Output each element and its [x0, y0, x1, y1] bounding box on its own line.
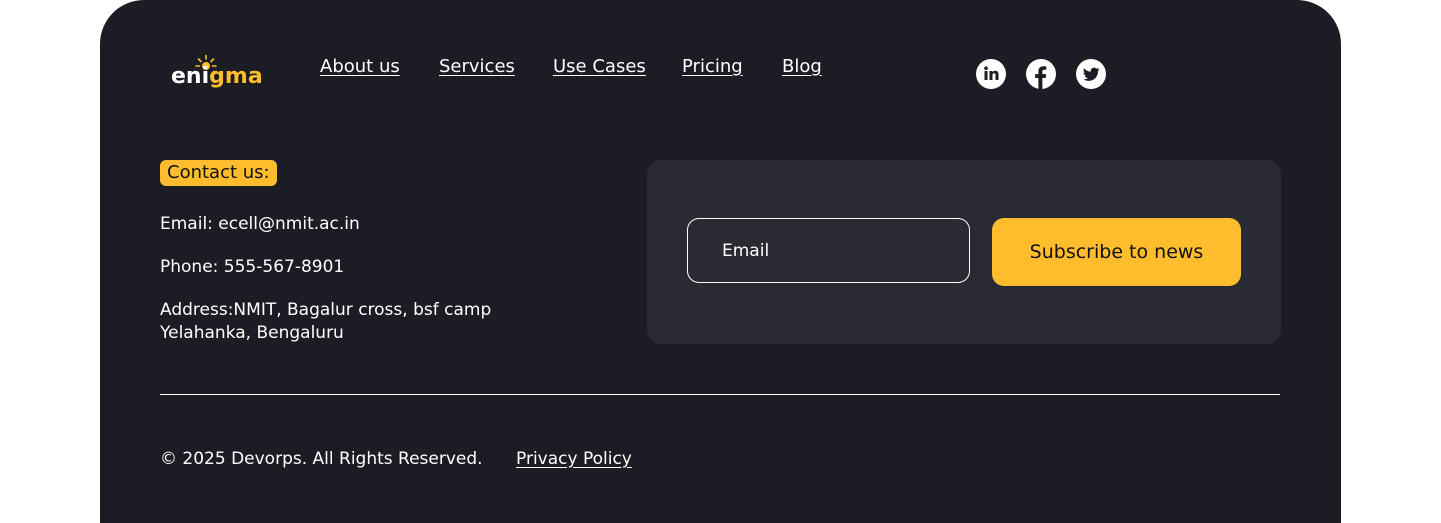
- privacy-policy-link[interactable]: Privacy Policy: [516, 447, 632, 471]
- nav-link-use-cases[interactable]: Use Cases: [553, 54, 646, 80]
- nav-link-about-us[interactable]: About us: [320, 54, 400, 80]
- footer-divider: [160, 394, 1280, 395]
- logo-wordmark: enigma: [171, 64, 263, 89]
- contact-address-line2: Yelahanka, Bengaluru: [160, 323, 344, 343]
- nav-link-services[interactable]: Services: [439, 54, 515, 80]
- twitter-icon[interactable]: [1076, 59, 1106, 89]
- linkedin-icon[interactable]: [976, 59, 1006, 89]
- contact-email: Email: ecell@nmit.ac.in: [160, 214, 360, 234]
- site-footer: enigma About us Services Use Cases Prici…: [100, 0, 1341, 523]
- nav-link-blog[interactable]: Blog: [782, 54, 822, 80]
- facebook-icon[interactable]: [1026, 59, 1056, 89]
- email-input[interactable]: [687, 218, 970, 283]
- enigma-logo[interactable]: enigma: [171, 54, 271, 96]
- copyright-text: © 2025 Devorps. All Rights Reserved.: [160, 449, 483, 469]
- subscribe-button[interactable]: Subscribe to news: [992, 218, 1241, 286]
- subscribe-card: Subscribe to news: [647, 160, 1281, 344]
- contact-phone: Phone: 555-567-8901: [160, 257, 345, 277]
- contact-heading: Contact us:: [160, 160, 277, 186]
- nav-link-pricing[interactable]: Pricing: [682, 54, 743, 80]
- contact-address-line1: Address:NMIT, Bagalur cross, bsf camp: [160, 300, 492, 320]
